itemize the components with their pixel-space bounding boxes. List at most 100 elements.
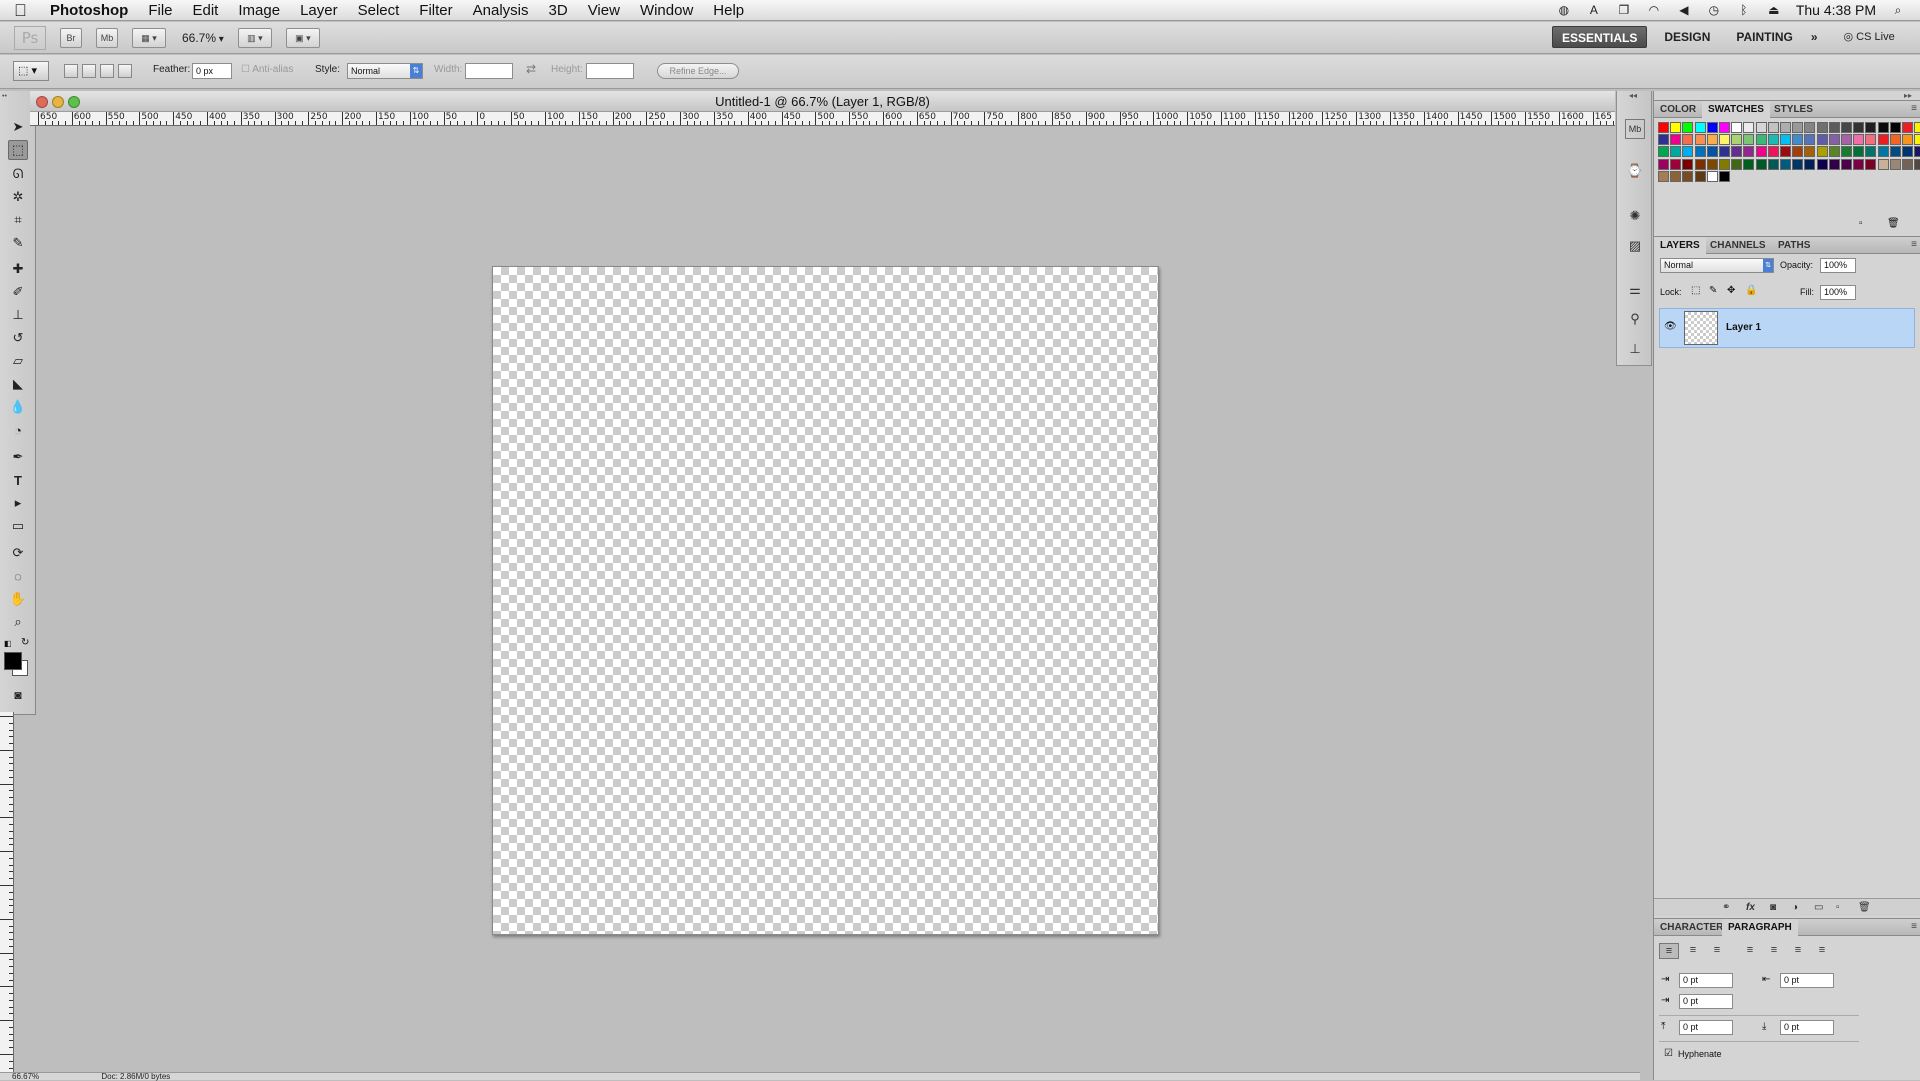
new-group-icon[interactable]: ▭: [1814, 902, 1823, 913]
hand-tool-icon[interactable]: ✋: [8, 589, 28, 609]
color-swatch[interactable]: [1755, 158, 1767, 170]
3d-orbit-tool-icon[interactable]: ◌: [8, 566, 28, 586]
color-swatch[interactable]: [1670, 146, 1682, 158]
color-swatch[interactable]: [1767, 158, 1779, 170]
color-swatch[interactable]: [1694, 170, 1706, 182]
color-swatch[interactable]: [1682, 134, 1694, 146]
color-swatch[interactable]: [1706, 122, 1718, 133]
adobe-updater-icon[interactable]: ◍: [1556, 3, 1572, 17]
align-center-icon[interactable]: ≡: [1683, 943, 1703, 959]
menu-select[interactable]: Select: [348, 0, 410, 21]
lasso-tool-icon[interactable]: ᘏ: [8, 164, 28, 184]
pen-tool-icon[interactable]: ✒: [8, 447, 28, 467]
lock-pixels-icon[interactable]: ✎: [1709, 285, 1717, 296]
vertical-ruler[interactable]: [0, 712, 14, 1072]
tab-character[interactable]: CHARACTER: [1654, 919, 1729, 936]
collapse-panels-icon[interactable]: ▸▸: [1904, 91, 1912, 100]
color-swatch[interactable]: [1755, 122, 1767, 133]
minibridge-icon[interactable]: Mb: [1625, 119, 1645, 139]
color-swatch[interactable]: [1828, 158, 1840, 170]
color-swatch[interactable]: [1682, 146, 1694, 158]
volume-icon[interactable]: ◀: [1676, 3, 1692, 17]
color-swatch[interactable]: [1828, 146, 1840, 158]
style-select[interactable]: Normal ⇅: [347, 63, 423, 79]
fill-input[interactable]: 100%: [1820, 285, 1856, 300]
intersect-selection-icon[interactable]: [118, 64, 132, 78]
color-swatch[interactable]: [1841, 158, 1852, 170]
color-swatch[interactable]: [1743, 122, 1755, 133]
color-swatch[interactable]: [1767, 134, 1779, 146]
color-swatch[interactable]: [1792, 158, 1804, 170]
color-swatch[interactable]: [1877, 146, 1889, 158]
foreground-color-swatch[interactable]: [4, 652, 22, 670]
more-workspaces-icon[interactable]: »: [1802, 26, 1827, 48]
tab-paragraph[interactable]: PARAGRAPH: [1722, 919, 1798, 936]
apple-icon[interactable]: : [14, 0, 40, 21]
color-swatch[interactable]: [1731, 122, 1743, 133]
eyedropper-tool-icon[interactable]: ✎: [8, 233, 28, 253]
color-swatch[interactable]: [1658, 122, 1669, 133]
menu-image[interactable]: Image: [228, 0, 290, 21]
color-swatch[interactable]: [1682, 170, 1694, 182]
color-swatch[interactable]: [1767, 146, 1779, 158]
delete-swatch-icon[interactable]: 🗑: [1887, 218, 1900, 229]
indent-first-line-input[interactable]: 0 pt: [1679, 994, 1733, 1009]
visibility-eye-icon[interactable]: 👁: [1664, 321, 1677, 332]
menu-layer[interactable]: Layer: [290, 0, 348, 21]
height-input[interactable]: [586, 63, 634, 79]
width-input[interactable]: [465, 63, 513, 79]
close-window-icon[interactable]: [36, 96, 48, 108]
document-canvas[interactable]: [492, 266, 1159, 935]
path-select-tool-icon[interactable]: ▸: [8, 493, 28, 513]
menu-file[interactable]: File: [138, 0, 182, 21]
color-swatch[interactable]: [1780, 158, 1791, 170]
crop-tool-icon[interactable]: ⌗: [8, 210, 28, 230]
color-swatch[interactable]: [1658, 134, 1669, 146]
color-swatch[interactable]: [1804, 158, 1816, 170]
info-icon[interactable]: ▨: [1625, 236, 1645, 256]
justify-last-center-icon[interactable]: ≡: [1764, 943, 1784, 959]
color-swatch[interactable]: [1731, 146, 1743, 158]
expand-panels-icon[interactable]: ◂◂: [1629, 91, 1637, 100]
color-swatch[interactable]: [1804, 146, 1816, 158]
menu-app-name[interactable]: Photoshop: [40, 0, 138, 21]
zoom-tool-icon[interactable]: ⌕: [8, 612, 28, 632]
swap-icon[interactable]: ⇄: [526, 62, 536, 76]
history-icon[interactable]: ⌚: [1625, 161, 1645, 181]
color-swatch[interactable]: [1706, 170, 1718, 182]
opacity-input[interactable]: 100%: [1820, 258, 1856, 273]
tab-channels[interactable]: CHANNELS: [1704, 237, 1772, 254]
menu-help[interactable]: Help: [703, 0, 754, 21]
workspace-essentials[interactable]: ESSENTIALS: [1552, 26, 1648, 48]
menu-analysis[interactable]: Analysis: [463, 0, 539, 21]
swap-colors-icon[interactable]: ↻: [21, 637, 29, 648]
cs-live-button[interactable]: ◎ CS Live: [1835, 26, 1904, 48]
eject-icon[interactable]: ⏏: [1766, 3, 1782, 17]
paragraph-panel-menu-icon[interactable]: ≡: [1911, 921, 1917, 932]
color-swatch[interactable]: [1816, 134, 1828, 146]
panel-menu-icon[interactable]: ≡: [1911, 103, 1917, 114]
color-swatch[interactable]: [1719, 134, 1730, 146]
layer-name[interactable]: Layer 1: [1726, 322, 1761, 333]
menu-window[interactable]: Window: [630, 0, 703, 21]
color-swatch[interactable]: [1694, 122, 1706, 133]
quick-select-tool-icon[interactable]: ✲: [8, 187, 28, 207]
color-swatch[interactable]: [1743, 146, 1755, 158]
launch-minibridge-button[interactable]: Mb: [96, 27, 118, 48]
color-swatch[interactable]: [1792, 134, 1804, 146]
tab-styles[interactable]: STYLES: [1768, 101, 1819, 118]
add-to-selection-icon[interactable]: [82, 64, 96, 78]
tab-color[interactable]: COLOR: [1654, 101, 1702, 118]
workspace-painting[interactable]: PAINTING: [1727, 26, 1801, 48]
color-swatch[interactable]: [1853, 158, 1865, 170]
color-swatch[interactable]: [1877, 134, 1889, 146]
history-brush-tool-icon[interactable]: ↺: [8, 328, 28, 348]
space-after-input[interactable]: 0 pt: [1780, 1020, 1834, 1035]
color-swatch[interactable]: [1841, 122, 1852, 133]
spotlight-icon[interactable]: ⌕: [1890, 3, 1906, 17]
color-swatch[interactable]: [1670, 134, 1682, 146]
eraser-tool-icon[interactable]: ▱: [8, 351, 28, 371]
justify-all-icon[interactable]: ≡: [1812, 943, 1832, 959]
color-swatch[interactable]: [1877, 158, 1889, 170]
color-swatch[interactable]: [1694, 158, 1706, 170]
